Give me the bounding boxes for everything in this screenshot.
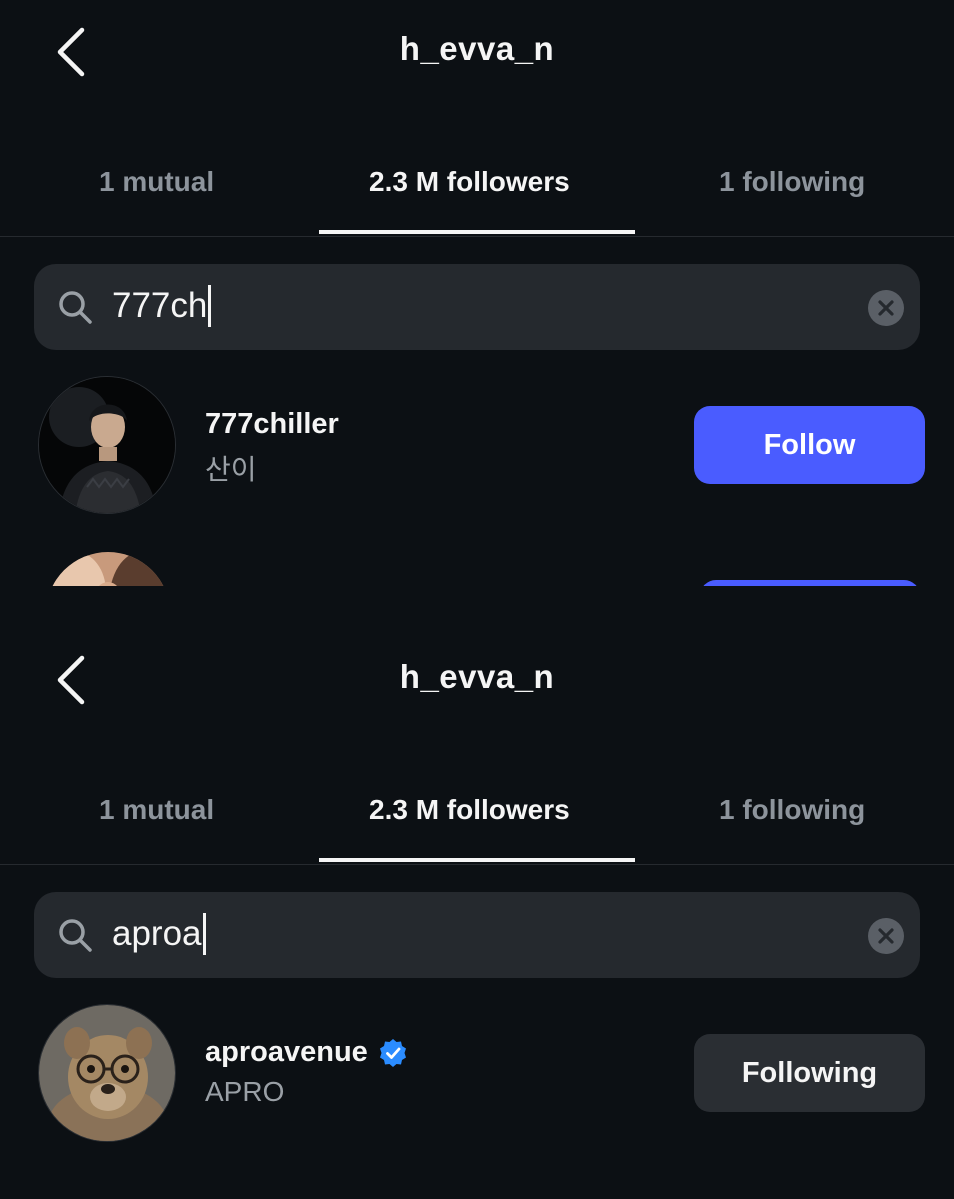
tab-bar: 1 mutual 2.3 M followers 1 following [0,150,954,236]
search-bar[interactable]: 777ch [34,264,920,350]
avatar[interactable] [38,1004,176,1142]
tabs-divider [0,864,954,865]
tab-mutual[interactable]: 1 mutual [99,166,214,198]
username[interactable]: 777chiller [205,408,339,441]
followers-screen-1: h_evva_n 1 mutual 2.3 M followers 1 foll… [0,0,954,586]
tab-mutual[interactable]: 1 mutual [99,794,214,826]
search-icon [59,919,92,952]
search-bar[interactable]: aproa [34,892,920,978]
following-button[interactable]: Following [694,1034,925,1112]
page-title: h_evva_n [399,658,555,695]
search-icon [59,291,92,324]
username-row: aproavenue [205,1036,408,1069]
avatar[interactable] [38,376,176,514]
full-name: 산이 [205,454,257,485]
username-row: 777chiller [205,408,339,441]
search-input[interactable]: 777ch [112,285,212,327]
close-icon [878,300,894,316]
tab-following[interactable]: 1 following [719,794,865,826]
tab-following[interactable]: 1 following [719,166,865,198]
account-row[interactable]: aproavenue APRO Following [0,1004,954,1144]
search-input[interactable]: aproa [112,913,206,955]
tab-followers[interactable]: 2.3 M followers [369,794,570,826]
tab-followers[interactable]: 2.3 M followers [369,166,570,198]
active-tab-indicator [319,858,635,862]
close-icon [878,928,894,944]
verified-badge-icon [379,1038,406,1067]
followers-screen-2: h_evva_n 1 mutual 2.3 M followers 1 foll… [0,628,954,1199]
page-title: h_evva_n [399,30,555,67]
follow-button[interactable]: Follow [694,406,925,484]
avatar[interactable] [46,552,170,586]
username[interactable]: aproavenue [205,1036,368,1069]
tabs-divider [0,236,954,237]
clear-search-button[interactable] [868,290,904,326]
clear-search-button[interactable] [868,918,904,954]
full-name: APRO [205,1076,285,1107]
tab-bar: 1 mutual 2.3 M followers 1 following [0,778,954,864]
follow-button-partial[interactable] [700,580,920,586]
active-tab-indicator [319,230,635,234]
account-row[interactable]: 777chiller 산이 Follow [0,376,954,516]
